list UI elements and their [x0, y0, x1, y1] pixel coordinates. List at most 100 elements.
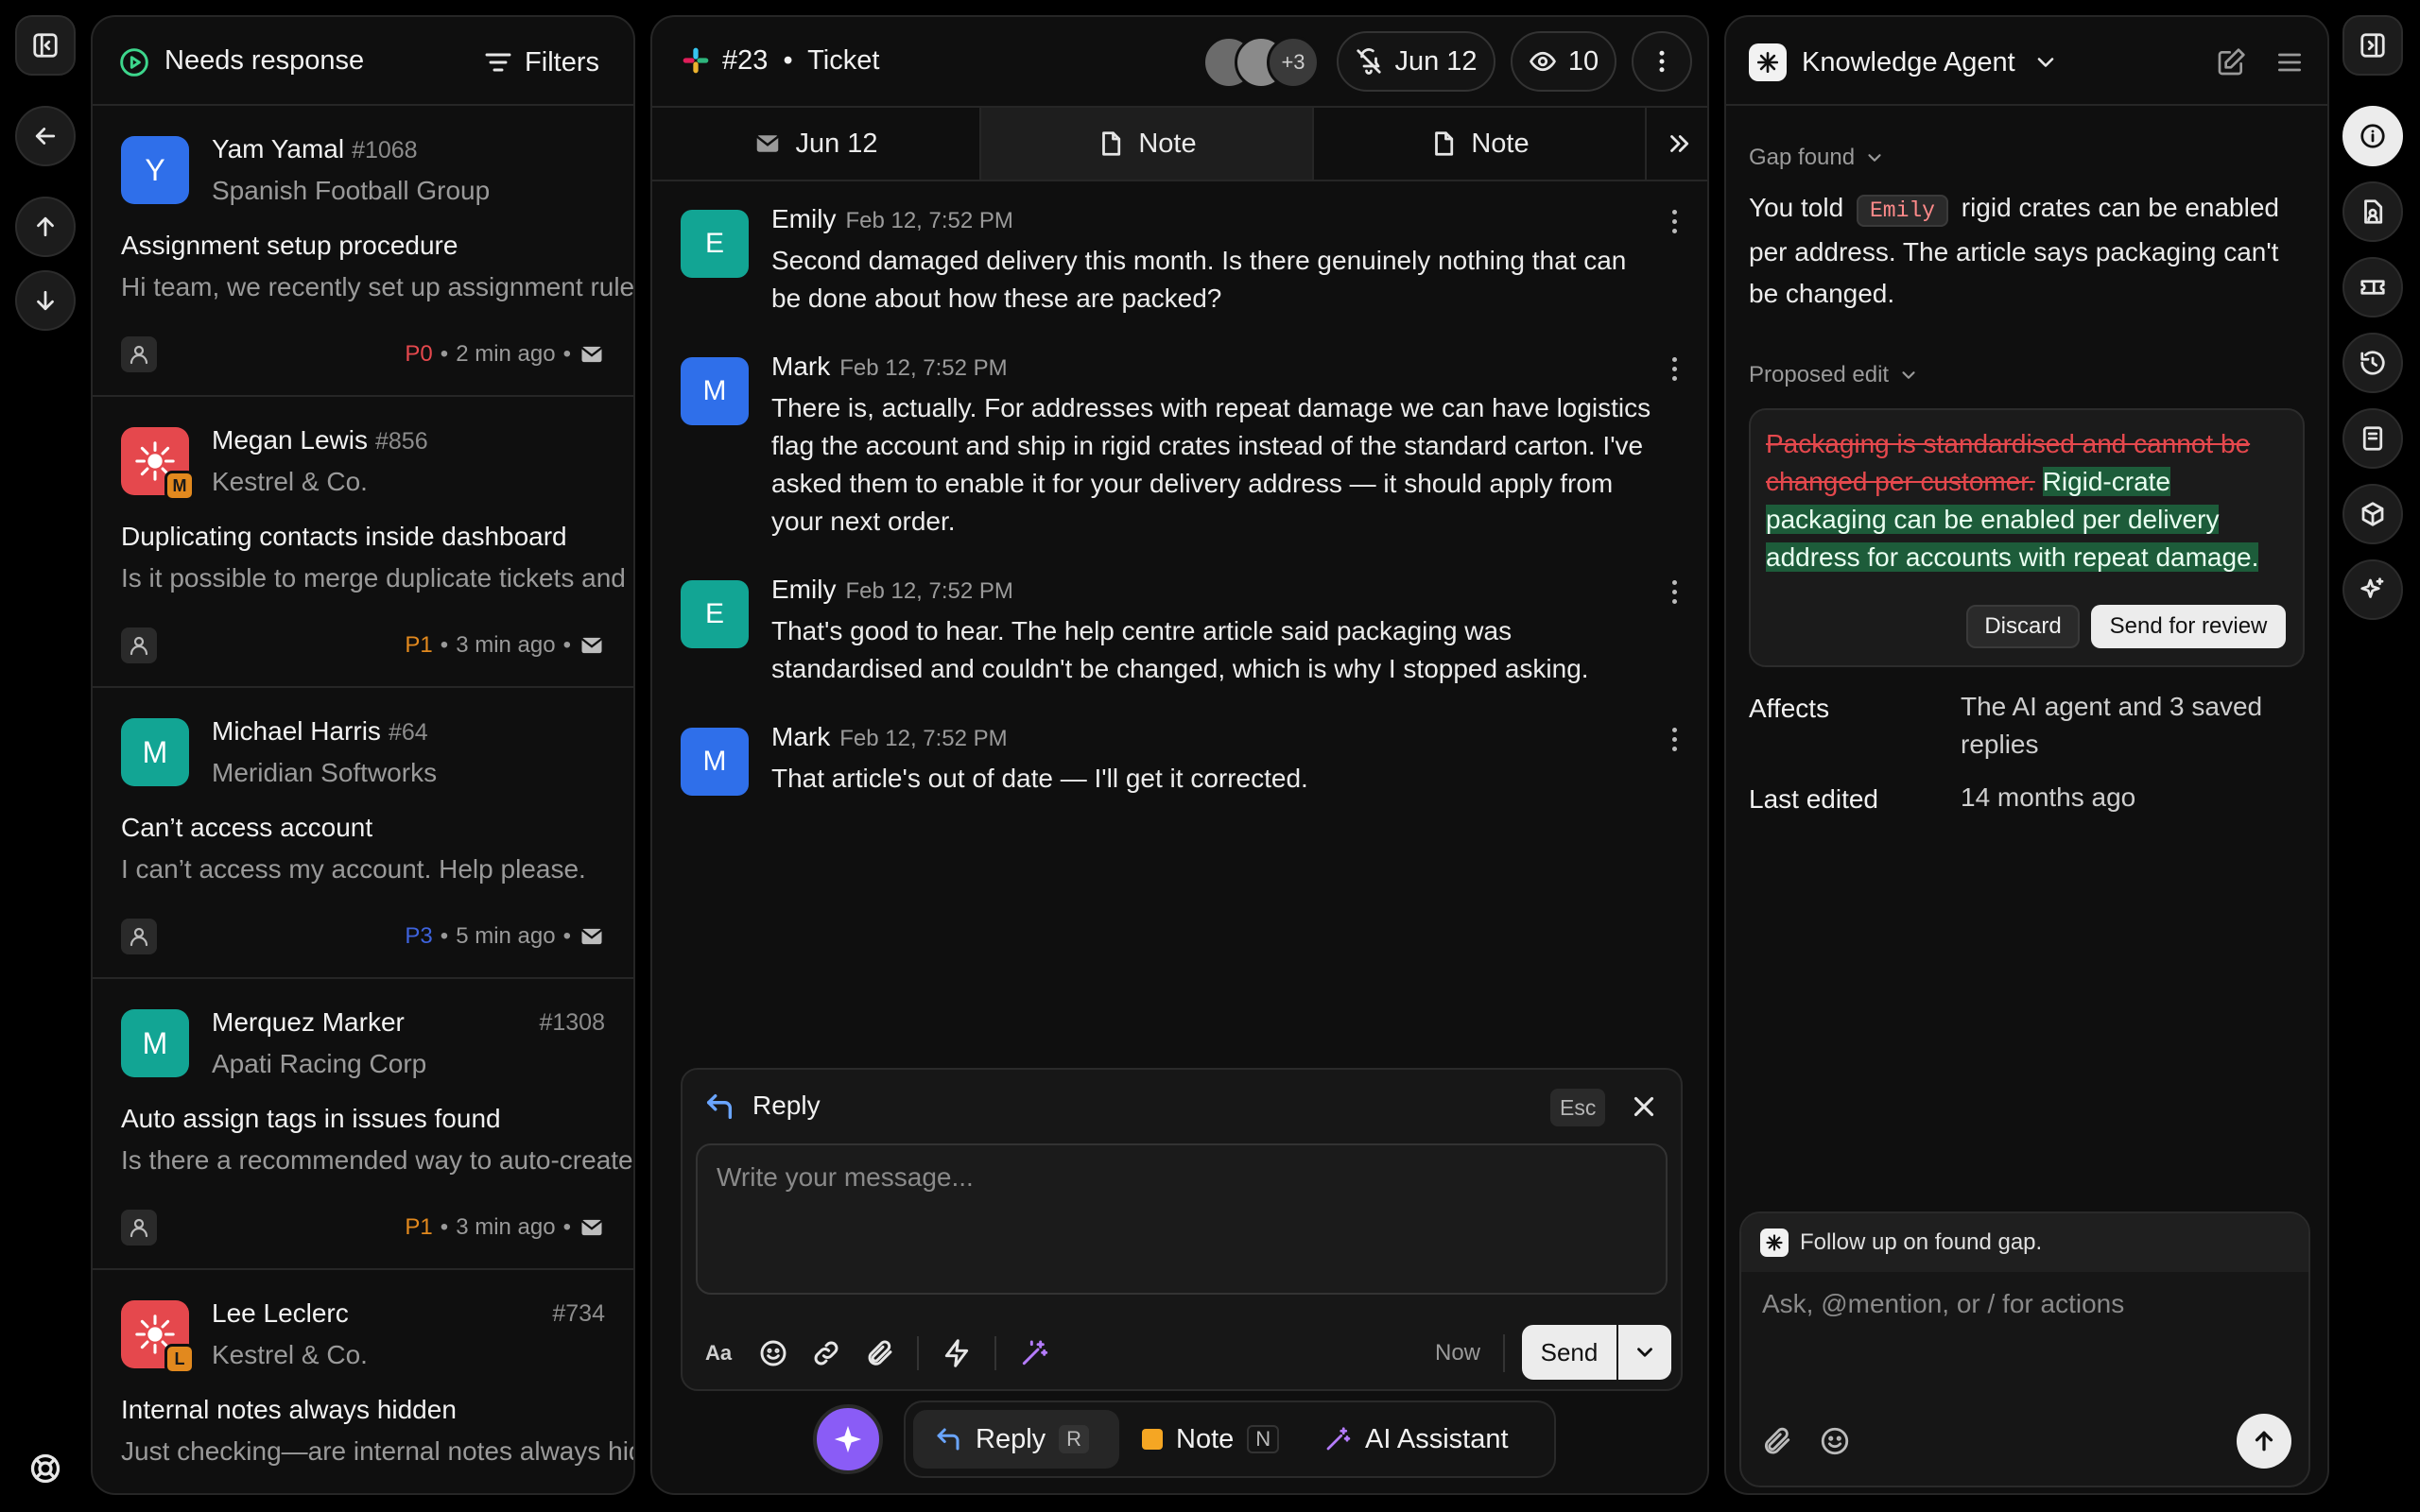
user-file-icon — [2364, 199, 2383, 224]
emoji-button[interactable] — [1819, 1425, 1851, 1457]
gap-found-toggle[interactable]: Gap found — [1749, 144, 1885, 172]
message-header: Emily Feb 12, 7:52 PM — [771, 204, 1013, 234]
message-menu-button[interactable] — [1669, 357, 1679, 386]
send-prompt-button[interactable] — [2237, 1414, 2291, 1469]
menu-button[interactable] — [2274, 47, 2305, 77]
author-avatar: M — [681, 728, 749, 796]
snooze-button[interactable]: Jun 12 — [1337, 31, 1495, 92]
composer-toolbar: Aa — [705, 1336, 1049, 1370]
send-for-review-button[interactable]: Send for review — [2091, 605, 2286, 648]
message-body: That's good to hear. The help centre art… — [771, 612, 1679, 688]
new-chat-button[interactable] — [2216, 47, 2246, 77]
message-menu-button[interactable] — [1669, 210, 1679, 238]
priority-badge: P3 — [405, 923, 433, 949]
proposed-edit-toggle[interactable]: Proposed edit — [1749, 361, 1919, 389]
toggle-right-panel-button[interactable] — [2342, 15, 2403, 76]
author-avatar: E — [681, 210, 749, 278]
products-tab[interactable] — [2342, 484, 2403, 544]
ticket-subject: Duplicating contacts inside dashboard — [121, 522, 567, 551]
reply-mode-button[interactable]: Reply R — [913, 1410, 1119, 1469]
paperclip-icon[interactable] — [864, 1338, 894, 1368]
assign-user-button[interactable] — [121, 627, 157, 663]
message-menu-button[interactable] — [1669, 580, 1679, 609]
ticket-list-panel: Needs response Filters Y Yam Yamal #1068 Sp… — [91, 15, 635, 1495]
agent-ask-input[interactable]: Ask, @mention, or / for actions — [1741, 1272, 2308, 1404]
agent-selector[interactable]: Knowledge Agent — [1802, 45, 2059, 79]
ticket-id: #856 — [374, 428, 428, 455]
views-button[interactable]: 10 — [1511, 31, 1616, 92]
assign-user-button[interactable] — [121, 1210, 157, 1246]
discard-button[interactable]: Discard — [1966, 605, 2080, 648]
removed-text: Packaging is standardised and cannot be — [1766, 429, 2251, 458]
previous-ticket-button[interactable] — [15, 197, 76, 257]
message-placeholder: Write your message... — [717, 1162, 974, 1192]
link-icon[interactable] — [811, 1338, 841, 1368]
mode-switcher: Reply R Note N AI Assistant — [904, 1400, 1556, 1478]
customer-avatar: M — [121, 718, 189, 786]
ai-assistant-label: AI Assistant — [1365, 1423, 1509, 1454]
agent-title: Knowledge Agent — [1802, 46, 2015, 77]
lifebuoy-icon — [30, 1453, 60, 1484]
send-options-button[interactable] — [1618, 1325, 1671, 1380]
send-time[interactable]: Now — [1435, 1336, 1480, 1370]
help-button[interactable] — [28, 1452, 62, 1486]
note-mode-button[interactable]: Note N — [1142, 1410, 1280, 1469]
assignee-badge: L — [164, 1344, 195, 1374]
customer-name-text: Yam Yamal — [212, 134, 345, 163]
added-text: packaging can be enabled per delivery — [1766, 505, 2220, 534]
message-time: Feb 12, 7:52 PM — [839, 355, 1008, 381]
ticket-list-item[interactable]: M Megan Lewis #856 Kestrel & Co. Duplicating… — [93, 397, 633, 688]
magic-wand-icon[interactable] — [1019, 1338, 1049, 1368]
assign-user-button[interactable] — [121, 336, 157, 372]
priority-badge: P0 — [405, 341, 433, 367]
ticket-list-item[interactable]: Y Yam Yamal #1068 Spanish Football Group Ass… — [93, 106, 633, 397]
assign-user-button[interactable] — [121, 919, 157, 954]
message-line: asked them to enable it for your deliver… — [771, 469, 1614, 498]
tab-note[interactable]: Note — [981, 106, 1314, 181]
ticket-list-item[interactable]: M Merquez Marker #1308 Apati Racing Corp Aut… — [93, 979, 633, 1270]
ticket-subject: Auto assign tags in issues found — [121, 1104, 501, 1133]
message-input[interactable]: Write your message... — [696, 1143, 1668, 1295]
user-search-tab[interactable] — [2342, 181, 2403, 242]
extra-watchers-count[interactable]: +3 — [1267, 36, 1320, 89]
slack-icon — [681, 45, 711, 76]
close-composer-button[interactable] — [1628, 1091, 1660, 1123]
gap-text-start: You told — [1749, 193, 1844, 222]
message-menu-button[interactable] — [1669, 728, 1679, 756]
ai-tab[interactable] — [2342, 559, 2403, 620]
ticket-meta: P0 • 2 min ago • — [405, 336, 605, 372]
title-separator: • — [783, 45, 793, 76]
magic-wand-icon — [1326, 1427, 1351, 1451]
tab-email[interactable]: Jun 12 — [652, 106, 981, 181]
more-menu-button[interactable] — [1632, 31, 1692, 92]
sparkle-icon — [834, 1425, 862, 1453]
author-avatar: E — [681, 580, 749, 648]
ticket-list-item[interactable]: M Michael Harris #64 Meridian Softworks Can’… — [93, 688, 633, 979]
history-tab[interactable] — [2342, 333, 2403, 393]
affects-value: The AI agent and 3 saved replies — [1961, 692, 2263, 759]
emoji-icon[interactable] — [758, 1338, 788, 1368]
ticket-id: #1308 — [539, 1009, 605, 1036]
filter-icon — [485, 53, 511, 72]
ticket-list-item[interactable]: L Lee Leclerc #734 Kestrel & Co. Internal no… — [93, 1270, 633, 1493]
lightning-icon[interactable] — [942, 1338, 972, 1368]
attach-button[interactable] — [1760, 1425, 1792, 1457]
tickets-tab[interactable] — [2342, 257, 2403, 318]
affects-label: Affects — [1749, 694, 1830, 723]
filters-button[interactable]: Filters — [483, 43, 599, 81]
followup-suggestion[interactable]: Follow up on found gap. — [1741, 1213, 2308, 1272]
ai-sparkle-button[interactable] — [813, 1404, 883, 1474]
ticket-preview: Is there a recommended way to auto-creat… — [121, 1145, 635, 1175]
ai-assistant-button[interactable]: AI Assistant — [1323, 1410, 1509, 1469]
send-button[interactable]: Send — [1522, 1325, 1616, 1380]
edit-icon — [2218, 48, 2245, 76]
tab-note[interactable]: Note — [1314, 106, 1647, 181]
info-tab[interactable] — [2342, 106, 2403, 166]
message: E Emily Feb 12, 7:52 PM That's good to hear… — [681, 575, 1679, 694]
back-button[interactable] — [15, 106, 76, 166]
next-ticket-button[interactable] — [15, 270, 76, 331]
articles-tab[interactable] — [2342, 408, 2403, 469]
more-tabs-button[interactable] — [1647, 106, 1707, 181]
text-format-icon[interactable]: Aa — [705, 1341, 735, 1366]
toggle-sidebar-button[interactable] — [15, 15, 76, 76]
